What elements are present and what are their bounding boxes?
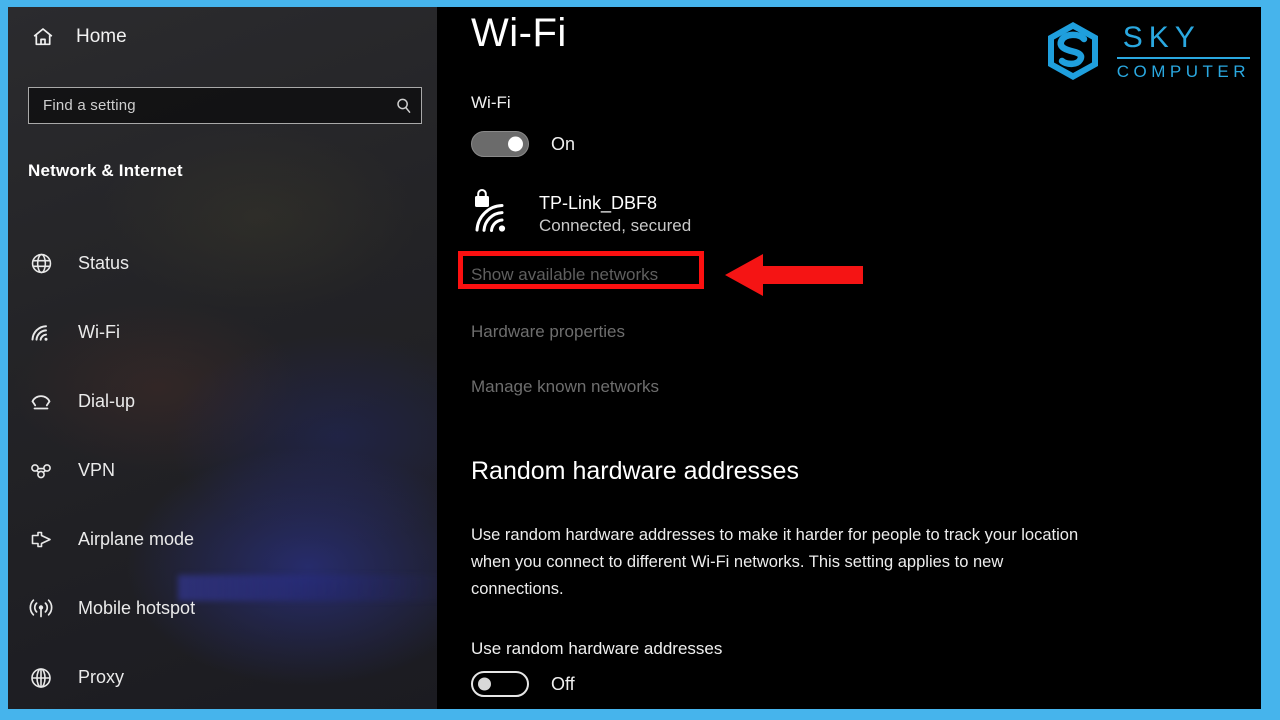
network-status: Connected, secured: [539, 216, 692, 235]
link-hardware-properties[interactable]: Hardware properties: [471, 322, 625, 342]
logo-line1: SKY: [1122, 20, 1201, 54]
frame-edge-right: [1261, 0, 1280, 720]
random-hardware-heading: Random hardware addresses: [471, 457, 799, 485]
random-hardware-toggle-state: Off: [551, 673, 575, 694]
frame-edge-left: [0, 0, 8, 720]
random-hardware-description: Use random hardware addresses to make it…: [471, 526, 1079, 598]
sidebar-item-airplane-mode[interactable]: Airplane mode: [8, 505, 437, 574]
wifi-icon: [26, 318, 56, 348]
sidebar-item-label: VPN: [78, 460, 116, 480]
search-input[interactable]: Find a setting: [28, 87, 422, 124]
sidebar-item-label: Airplane mode: [78, 529, 195, 549]
frame-edge-bottom: [0, 709, 1280, 720]
sidebar-item-vpn[interactable]: VPN: [8, 436, 437, 505]
sidebar-item-label: Wi-Fi: [78, 322, 120, 342]
wifi-toggle-state: On: [551, 133, 576, 154]
home-label: Home: [76, 26, 127, 47]
sidebar-nav: Status Wi-Fi Dial-up VPN Airplane mode M…: [8, 229, 437, 709]
annotation-arrow-left-icon: [725, 251, 865, 299]
sidebar-item-dialup[interactable]: Dial-up: [8, 367, 437, 436]
logo-line2: COMPUTER: [1116, 61, 1250, 81]
random-hardware-toggle-knob: [478, 677, 491, 691]
annotation-highlight-box: [458, 251, 704, 289]
link-manage-known-networks[interactable]: Manage known networks: [471, 377, 659, 397]
home-icon: [28, 22, 58, 52]
wifi-toggle-row[interactable]: On: [471, 131, 575, 157]
connected-network-row[interactable]: TP-Link_DBF8 Connected, secured: [471, 189, 691, 237]
random-hardware-toggle[interactable]: [471, 671, 529, 697]
sidebar-item-label: Dial-up: [78, 391, 136, 411]
page-title: Wi-Fi: [471, 11, 567, 55]
sidebar-item-status[interactable]: Status: [8, 229, 437, 298]
sky-computer-logo: SKY COMPUTER: [1043, 20, 1250, 82]
settings-sidebar: Home Find a setting Network & Internet S…: [8, 7, 437, 709]
search-icon[interactable]: [387, 96, 421, 116]
wifi-section-label: Wi-Fi: [471, 93, 511, 112]
random-hardware-toggle-label: Use random hardware addresses: [471, 639, 723, 658]
network-name: TP-Link_DBF8: [539, 193, 658, 213]
dialup-icon: [26, 387, 56, 417]
proxy-globe-icon: [26, 663, 56, 693]
sidebar-item-home[interactable]: Home: [20, 19, 135, 55]
frame-edge-top: [0, 0, 1280, 7]
logo-divider: [1116, 56, 1250, 59]
random-hardware-toggle-row[interactable]: Off: [471, 671, 575, 697]
logo-wordmark: SKY COMPUTER: [1116, 20, 1250, 82]
settings-main-pane: Wi-Fi Wi-Fi On TP-Link_DBF8 Connected, s…: [437, 7, 1261, 709]
wifi-secured-icon: [471, 189, 523, 237]
airplane-icon: [26, 525, 56, 555]
sky-hexagon-s-icon: [1043, 20, 1103, 82]
search-input-text: Find a setting: [43, 97, 136, 114]
sidebar-item-mobile-hotspot[interactable]: Mobile hotspot: [8, 574, 437, 643]
sidebar-item-wifi[interactable]: Wi-Fi: [8, 298, 437, 367]
sidebar-item-label: Status: [78, 253, 130, 273]
sidebar-item-label: Mobile hotspot: [78, 598, 196, 618]
wifi-toggle-knob: [508, 136, 523, 152]
sidebar-section-title: Network & Internet: [28, 161, 183, 180]
hotspot-icon: [26, 594, 56, 624]
vpn-icon: [26, 456, 56, 486]
screenshot-frame: Home Find a setting Network & Internet S…: [0, 0, 1280, 720]
network-text: TP-Link_DBF8 Connected, secured: [539, 189, 691, 236]
wifi-toggle[interactable]: [471, 131, 529, 157]
sidebar-item-label: Proxy: [78, 667, 125, 687]
globe-status-icon: [26, 249, 56, 279]
sidebar-item-proxy[interactable]: Proxy: [8, 643, 437, 709]
